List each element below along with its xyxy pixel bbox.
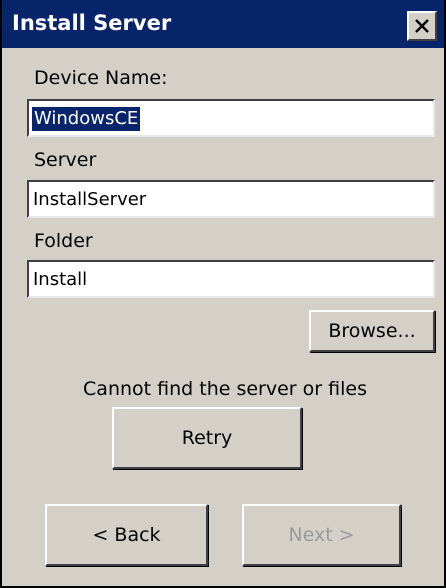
server-field[interactable]: InstallServer: [27, 180, 435, 218]
folder-value: Install: [33, 269, 88, 290]
server-label: Server: [34, 149, 97, 171]
close-button[interactable]: [407, 11, 437, 41]
device-name-field[interactable]: WindowsCE: [27, 99, 435, 137]
device-name-label: Device Name:: [34, 67, 168, 89]
browse-button[interactable]: Browse...: [309, 310, 435, 352]
device-name-value: WindowsCE: [32, 107, 141, 131]
server-value: InstallServer: [33, 189, 147, 210]
back-button[interactable]: < Back: [45, 504, 208, 566]
folder-field[interactable]: Install: [27, 260, 435, 298]
install-server-dialog: Install Server Device Name: WindowsCE Se…: [0, 0, 446, 588]
title-bar: Install Server: [2, 0, 444, 48]
retry-button[interactable]: Retry: [112, 407, 302, 469]
status-message: Cannot find the server or files: [83, 378, 367, 400]
window-title: Install Server: [12, 11, 172, 35]
next-button[interactable]: Next >: [242, 504, 401, 566]
close-icon: [415, 19, 429, 33]
folder-label: Folder: [34, 230, 93, 252]
